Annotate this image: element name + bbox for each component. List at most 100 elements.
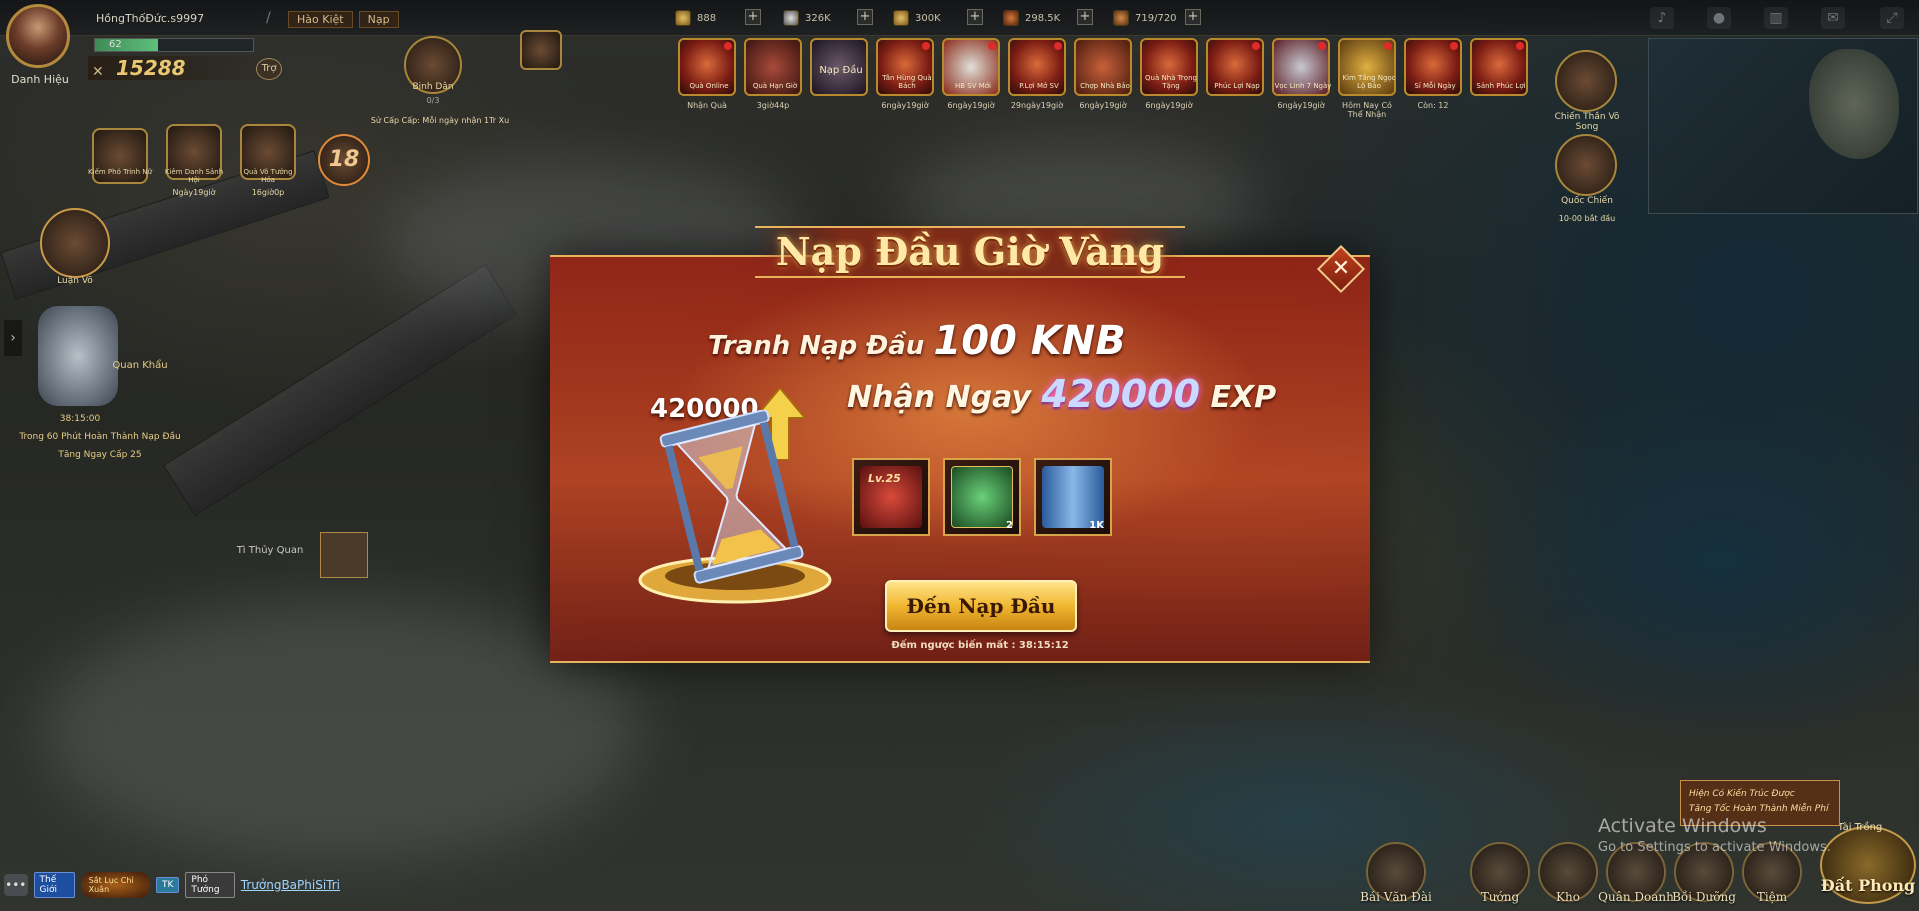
- recharge-button[interactable]: Nạp: [358, 11, 399, 28]
- resource-value: 888: [697, 12, 717, 24]
- resource-grain: 300K: [893, 9, 941, 27]
- event-sub: 6ngày19giờ: [947, 101, 995, 110]
- nav-barracks-label: Quân Doanh: [1598, 890, 1674, 904]
- nav-cultivate-label: Bồi Dưỡng: [1672, 890, 1736, 904]
- chat-player-name[interactable]: TrưởngBaPhiSiTri: [241, 878, 340, 892]
- nav-shop-label: Tiệm: [1756, 890, 1788, 904]
- arena-button[interactable]: [40, 208, 110, 278]
- separator: /: [266, 10, 271, 26]
- event-first-recharge[interactable]: Nạp Đầu: [810, 38, 870, 110]
- soldier-count: 0/3: [426, 96, 440, 105]
- headline: Tranh Nạp Đầu 100 KNB: [708, 318, 1126, 364]
- game-stage: Danh Hiệu HồngThốĐức.s9997 / Hào Kiệt Nạ…: [0, 0, 1919, 911]
- windows-activate-title: Activate Windows: [1598, 815, 1767, 837]
- event-label: Phúc Lợi Nạp: [1214, 82, 1260, 90]
- event-new-server[interactable]: HB SV Mới 6ngày19giờ: [942, 38, 1002, 110]
- ranking-icon[interactable]: ▥: [1764, 7, 1788, 29]
- soldier-icon: [1113, 10, 1129, 26]
- event-line-1: Trong 60 Phút Hoàn Thành Nạp Đầu: [19, 432, 181, 442]
- resource-soldier: 719/720: [1113, 9, 1177, 27]
- event-7-days[interactable]: Vọc Linh 7 Ngày 6ngày19giờ: [1272, 38, 1332, 110]
- chat-bar: ••• Thế Giới Sắt Lục Chỉ Xuân TK Phó Tướ…: [0, 870, 340, 900]
- arena-label: Luận Võ: [57, 276, 93, 286]
- resource-value: 719/720: [1135, 12, 1177, 24]
- war-god-label: Chiến Thần Võ Song: [1554, 112, 1620, 132]
- iron-icon: [1003, 10, 1019, 26]
- ingot-icon: [675, 10, 691, 26]
- notification-dot: [1384, 42, 1392, 50]
- event-sub: Nhận Quà: [687, 101, 727, 110]
- help-button[interactable]: Trợ: [256, 58, 282, 80]
- event-label: Tân Hùng Quà Bách: [882, 74, 932, 90]
- minimap[interactable]: [1648, 38, 1918, 214]
- event-label: Vọc Linh 7 Ngày: [1274, 82, 1332, 90]
- fullscreen-icon[interactable]: ⤢: [1880, 7, 1904, 29]
- level-badge[interactable]: 18: [318, 134, 370, 186]
- event-online-gift[interactable]: Quà Online Nhận Quà: [678, 38, 738, 110]
- notification-dot: [1252, 42, 1260, 50]
- add-ingot-button[interactable]: +: [745, 9, 761, 25]
- event-timed-gift[interactable]: Quà Hạn Giờ 3giờ44p: [744, 38, 804, 110]
- mail-icon[interactable]: ✉: [1821, 7, 1845, 29]
- crossed-swords-icon: ✕: [92, 64, 104, 80]
- hourglass-icon[interactable]: [38, 306, 118, 406]
- hourglass-icon: [638, 410, 832, 604]
- hao-kiet-button[interactable]: Hào Kiệt: [288, 11, 353, 28]
- sound-icon[interactable]: ♪: [1650, 7, 1674, 29]
- reward-jade-book[interactable]: 2: [943, 458, 1021, 536]
- event-label: Sảnh Phúc Lợi: [1476, 82, 1526, 90]
- close-icon[interactable]: ✕: [1324, 252, 1358, 286]
- notification-dot: [1054, 42, 1062, 50]
- event-sub: 3giờ44p: [756, 101, 790, 110]
- chat-channel-world[interactable]: Thế Giới: [33, 872, 75, 898]
- event-sub: 6ngày19giờ: [1277, 101, 1325, 110]
- go-recharge-button[interactable]: Đến Nạp Đầu: [885, 580, 1077, 632]
- scroll-icon: [1042, 466, 1104, 528]
- event-sub: 6ngày19giờ: [881, 101, 929, 110]
- event-daily[interactable]: Sỉ Mỗi Ngày Còn: 12: [1404, 38, 1464, 110]
- national-war-button[interactable]: [1555, 134, 1617, 196]
- event-label: P.Lợi Mở SV: [1019, 82, 1059, 90]
- map-location-label: Tì Thủy Quan: [236, 545, 304, 556]
- profile-icon[interactable]: ●: [1707, 7, 1731, 29]
- player-avatar[interactable]: [6, 4, 70, 68]
- event-sub: 6ngày19giờ: [1079, 101, 1127, 110]
- player-level: 62: [109, 39, 122, 50]
- event-welfare-hall[interactable]: Sảnh Phúc Lợi: [1470, 38, 1530, 110]
- countdown-text: Đếm ngược biến mất : 38:15:12: [891, 640, 1069, 651]
- add-gem-button[interactable]: +: [857, 9, 873, 25]
- add-soldier-button[interactable]: +: [1185, 9, 1201, 25]
- event-label: Kim Tầng Ngọc Lộ Bảo: [1342, 74, 1396, 90]
- event-treasure-chest[interactable]: Chợp Nhà Bảo 6ngày19giờ: [1074, 38, 1134, 110]
- bonus-suffix: EXP: [1200, 380, 1277, 415]
- event-hero-gift[interactable]: Tân Hùng Quà Bách 6ngày19giờ: [876, 38, 936, 110]
- reward-level-up[interactable]: Lv.25: [852, 458, 930, 536]
- event-label: HB SV Mới: [954, 82, 991, 90]
- notification-dot: [1318, 42, 1326, 50]
- resource-value: 326K: [805, 12, 831, 24]
- chat-icon[interactable]: •••: [4, 874, 28, 896]
- pass-label: Quan Khẩu: [112, 360, 168, 371]
- tk-badge: TK: [156, 877, 180, 893]
- guild-emblem: Sắt Lục Chỉ Xuân: [80, 872, 151, 898]
- war-god-button[interactable]: [1555, 50, 1617, 112]
- grain-icon: [893, 10, 909, 26]
- map-hero-portrait[interactable]: [320, 532, 368, 578]
- nav-general-label: Tướng: [1480, 890, 1520, 904]
- add-iron-button[interactable]: +: [1077, 9, 1093, 25]
- reward-scroll[interactable]: 1K: [1034, 458, 1112, 536]
- advisor-avatar[interactable]: [520, 30, 562, 70]
- notification-dot: [724, 42, 732, 50]
- event-sub: 6ngày19giờ: [1145, 101, 1193, 110]
- event-golden-dew[interactable]: Kim Tầng Ngọc Lộ Bảo Hôm Nay Có Thể Nhận: [1338, 38, 1398, 119]
- hero-card-sub: Ngày19giờ: [172, 188, 216, 197]
- event-server-bonus[interactable]: P.Lợi Mở SV 29ngày19giờ: [1008, 38, 1068, 110]
- event-recharge-bonus[interactable]: Phúc Lợi Nạp: [1206, 38, 1266, 110]
- resource-value: 298.5K: [1025, 12, 1061, 24]
- tip-line-1: Hiện Có Kiến Trúc Được: [1689, 789, 1795, 799]
- expand-arrow-icon[interactable]: ›: [4, 320, 22, 356]
- event-label: Chợp Nhà Bảo: [1080, 82, 1130, 90]
- add-grain-button[interactable]: +: [967, 9, 983, 25]
- event-gift-bag[interactable]: Quà Nhà Trọng Tặng 6ngày19giờ: [1140, 38, 1200, 110]
- title-label[interactable]: Danh Hiệu: [10, 73, 70, 86]
